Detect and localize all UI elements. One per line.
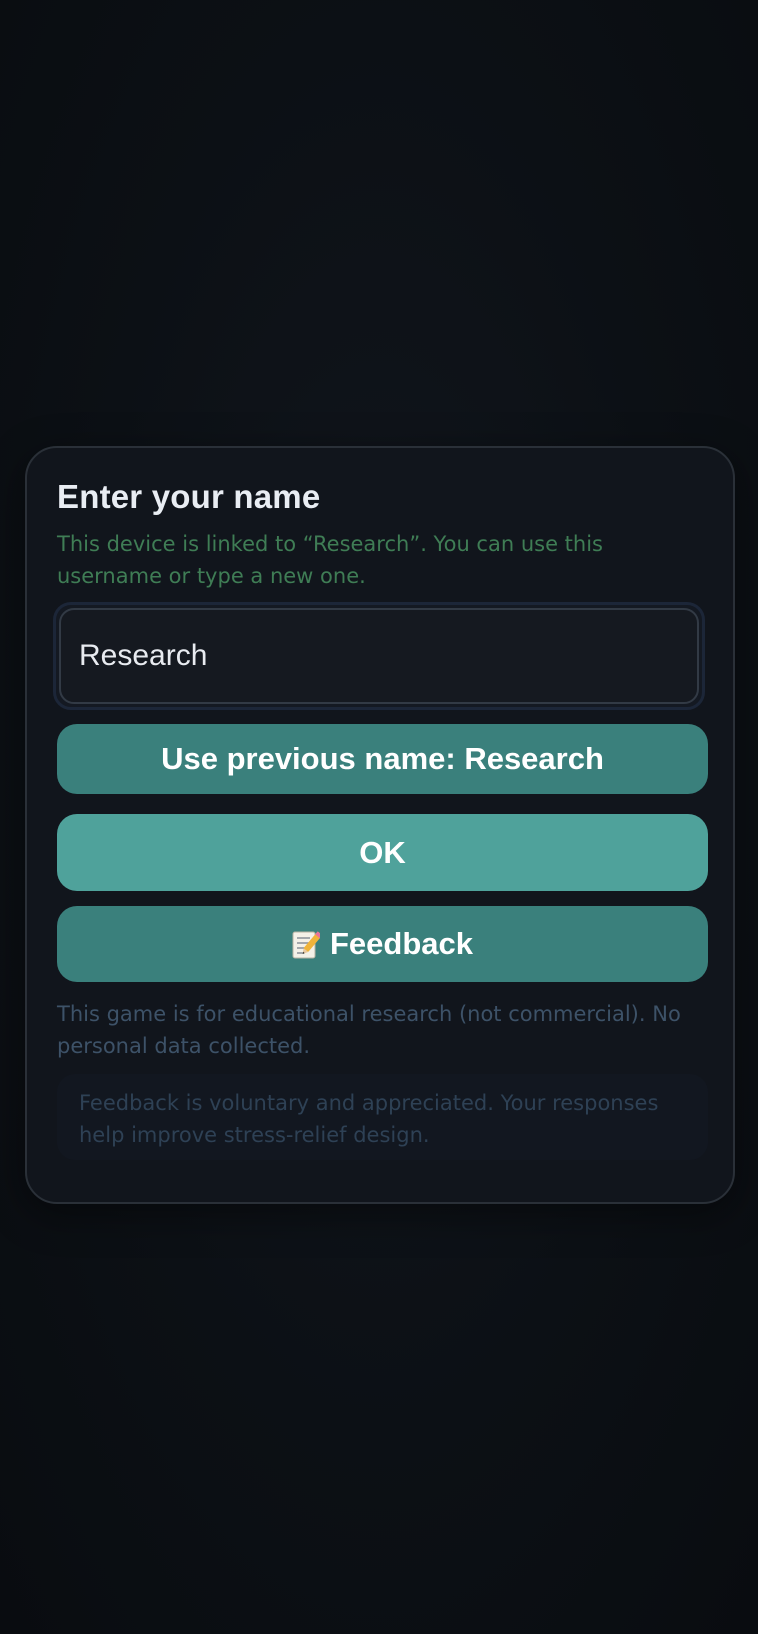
use-previous-name-button[interactable]: Use previous name: Research <box>57 724 708 794</box>
research-notice: This game is for educational research (n… <box>57 1002 681 1058</box>
ok-label: OK <box>359 834 406 870</box>
name-input[interactable] <box>59 608 699 704</box>
feedback-info-text: Feedback is voluntary and appreciated. Y… <box>79 1091 659 1147</box>
name-input-focus-ring <box>53 602 705 710</box>
feedback-label: Feedback <box>329 926 473 961</box>
name-dialog: Enter your name This device is linked to… <box>25 446 735 1204</box>
dialog-subtitle: This device is linked to “Research”. You… <box>57 532 603 588</box>
ok-button[interactable]: OK <box>57 814 708 891</box>
feedback-info-box: Feedback is voluntary and appreciated. Y… <box>57 1074 708 1160</box>
dialog-title: Enter your name <box>57 478 321 515</box>
use-previous-name-label: Use previous name: Research <box>161 741 604 776</box>
feedback-button[interactable]: Feedback <box>57 906 708 982</box>
memo-icon <box>292 929 323 959</box>
